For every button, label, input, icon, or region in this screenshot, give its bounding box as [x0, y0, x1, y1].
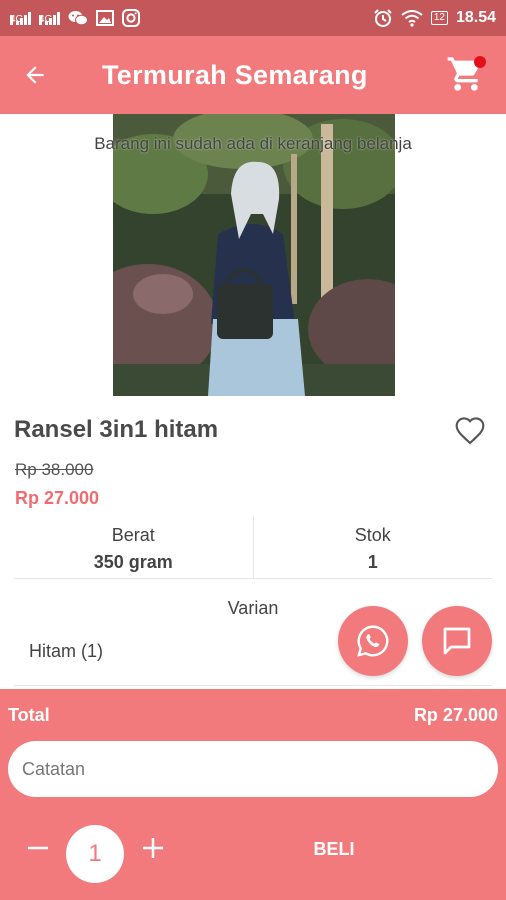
status-time: 18.54	[455, 9, 496, 26]
spec-stock: Stok 1	[252, 517, 493, 578]
note-input[interactable]	[8, 741, 498, 797]
product-image	[113, 114, 395, 396]
product-name: Ransel 3in1 hitam	[14, 416, 219, 443]
wechat-icon	[68, 10, 88, 26]
favorite-button[interactable]	[454, 415, 486, 447]
variant-heading: Varian	[227, 598, 279, 618]
minus-icon	[28, 846, 48, 850]
total-value: Rp 27.000	[413, 705, 498, 725]
chat-icon	[443, 627, 471, 655]
product-specs: Berat 350 gram Stok 1	[14, 517, 492, 579]
decrease-quantity-button[interactable]	[23, 833, 53, 863]
status-bar: 4G 4G 12 18.54	[0, 0, 506, 36]
status-bar-left: 4G 4G	[10, 9, 140, 27]
cart-badge	[474, 56, 486, 68]
app-bar: Termurah Semarang	[0, 36, 506, 114]
divider	[14, 685, 492, 686]
spec-label: Berat	[111, 525, 155, 545]
whatsapp-button[interactable]	[338, 606, 408, 676]
alarm-icon	[373, 8, 393, 28]
quantity-value[interactable]: 1	[66, 825, 124, 883]
instagram-icon	[122, 9, 140, 27]
cart-button[interactable]	[444, 52, 488, 96]
battery-icon: 12	[430, 11, 448, 25]
buy-button[interactable]: BELI	[290, 839, 378, 860]
total-label: Total	[8, 705, 50, 725]
spec-value: 1	[367, 552, 378, 572]
spec-label: Stok	[354, 525, 391, 545]
image-icon	[96, 10, 114, 26]
spec-weight: Berat 350 gram	[14, 517, 253, 578]
spec-value: 350 gram	[93, 552, 173, 572]
order-panel: Total Rp 27.000 1 BELI	[0, 689, 506, 900]
signal-icon: 4G	[39, 11, 60, 25]
increase-quantity-button[interactable]	[138, 833, 168, 863]
cart-notice: Barang ini sudah ada di keranjang belanj…	[94, 134, 412, 153]
arrow-left-icon	[26, 66, 44, 84]
page-title: Termurah Semarang	[102, 59, 368, 90]
heart-icon	[455, 417, 485, 445]
back-button[interactable]	[0, 36, 70, 114]
wifi-icon	[401, 9, 423, 27]
chat-button[interactable]	[422, 606, 492, 676]
sale-price: Rp 27.000	[15, 488, 100, 508]
original-price: Rp 38.000	[15, 460, 94, 479]
whatsapp-icon	[357, 625, 389, 657]
plus-icon	[143, 838, 163, 858]
signal-icon: 4G	[10, 11, 31, 25]
variant-option[interactable]: Hitam (1)	[29, 641, 103, 662]
status-bar-right: 12 18.54	[373, 8, 496, 28]
